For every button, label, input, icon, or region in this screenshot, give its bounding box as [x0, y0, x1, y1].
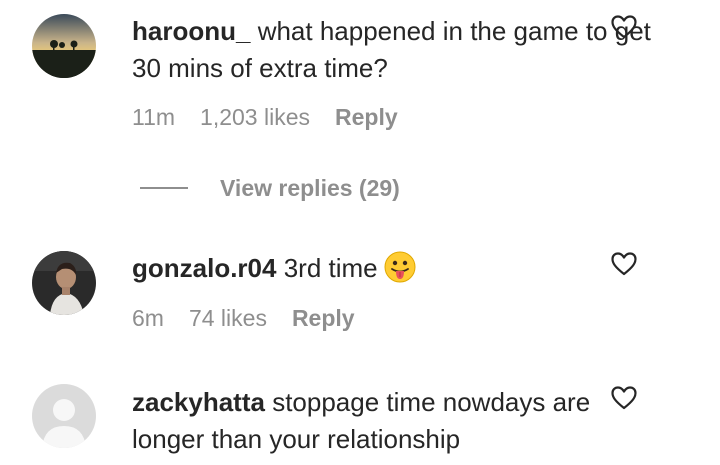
person-photo-avatar-image — [32, 251, 96, 315]
comment-text: gonzalo.r04 3rd time — [132, 250, 612, 293]
divider-line — [140, 187, 188, 189]
view-replies-label: View replies (29) — [220, 174, 400, 201]
comment-text: zackyhatta stoppage time nowdays are lon… — [132, 384, 642, 458]
comment-meta: 6m 74 likes Reply — [132, 305, 355, 332]
comment-meta: 11m 1,203 likes Reply — [132, 104, 398, 131]
like-heart-icon[interactable] — [611, 252, 637, 276]
comment-username[interactable]: haroonu_ — [132, 16, 250, 46]
view-replies-button[interactable]: View replies (29) — [140, 171, 400, 205]
sunset-landscape-avatar-image — [32, 14, 96, 78]
default-avatar-image — [32, 384, 96, 448]
comment-likes[interactable]: 1,203 likes — [200, 104, 310, 131]
avatar[interactable] — [32, 14, 96, 78]
comment-body: 3rd time — [283, 253, 378, 283]
reply-button[interactable]: Reply — [292, 305, 355, 332]
comment-time: 11m — [132, 104, 176, 130]
comment-username[interactable]: gonzalo.r04 — [132, 253, 276, 283]
avatar[interactable] — [32, 251, 96, 315]
like-heart-icon[interactable] — [611, 386, 637, 410]
comment-time: 6m — [132, 305, 164, 331]
comment-text: haroonu_ what happened in the game to ge… — [132, 13, 652, 87]
reply-button[interactable]: Reply — [335, 104, 398, 131]
avatar[interactable] — [32, 384, 96, 448]
comment-likes[interactable]: 74 likes — [189, 305, 267, 332]
tongue-out-emoji-icon — [384, 251, 416, 293]
like-heart-icon[interactable] — [611, 15, 637, 39]
comment-username[interactable]: zackyhatta — [132, 387, 265, 417]
